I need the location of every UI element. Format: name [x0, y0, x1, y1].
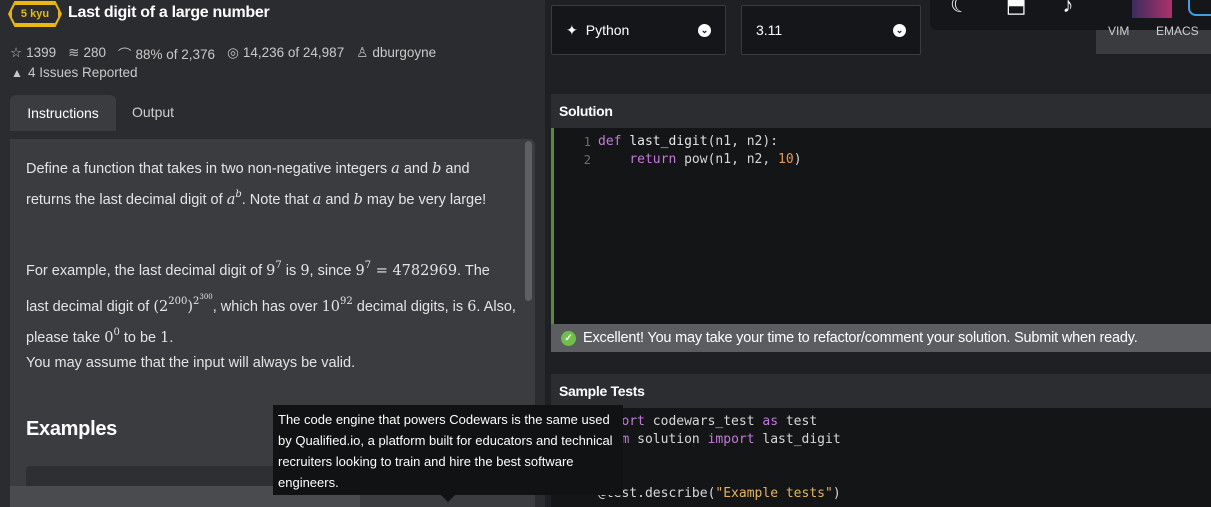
chevron-down-icon: ⌄: [893, 23, 906, 37]
emacs-mode[interactable]: EMACS: [1156, 24, 1199, 38]
tab-instructions[interactable]: Instructions: [10, 95, 116, 131]
rank-badge: 5 kyu: [10, 3, 60, 25]
success-message: Excellent! You may take your time to ref…: [583, 330, 1138, 346]
honor-badge: [1188, 0, 1211, 16]
user-icon: ♙: [356, 45, 369, 60]
language-value: Python: [585, 22, 630, 38]
bookmark-icon[interactable]: ⬒: [1006, 0, 1027, 18]
version-value: 3.11: [756, 22, 783, 38]
collection-icon: ≋: [68, 45, 80, 60]
bell-icon[interactable]: ♪: [1063, 0, 1074, 18]
success-banner: ✓ Excellent! You may take your time to r…: [551, 324, 1211, 352]
instructions-paragraph-2: For example, the last decimal digit of 9…: [26, 260, 516, 346]
check-circle-icon: ✓: [561, 330, 576, 346]
kata-stats: ☆ 1399 ≋ 280 ⌒ 88% of 2,376 ◎ 14,236 of 24,9…: [10, 43, 436, 63]
moon-icon[interactable]: ☾: [950, 0, 970, 18]
instructions-paragraph-3: You may assume that the input will alway…: [26, 355, 356, 371]
satisfaction-stat: ⌒ 88% of 2,376: [118, 43, 215, 63]
language-select[interactable]: ✦ Python ⌄: [551, 5, 726, 55]
line-number: 1: [583, 135, 591, 149]
vim-mode[interactable]: VIM: [1108, 24, 1129, 38]
author-stat[interactable]: ♙ dburgoyne: [356, 45, 436, 61]
kata-title: Last digit of a large number: [68, 4, 270, 21]
stars-stat[interactable]: ☆ 1399: [10, 45, 56, 61]
avatar[interactable]: [1132, 0, 1172, 18]
collections-stat[interactable]: ≋ 280: [68, 45, 106, 61]
instructions-scrollbar[interactable]: [525, 141, 532, 301]
author-link[interactable]: dburgoyne: [372, 45, 436, 60]
issues-label: 4 Issues Reported: [28, 65, 138, 80]
tooltip-arrow: [440, 494, 456, 502]
collections-count: 280: [83, 45, 106, 60]
eye-icon: ⌒: [118, 47, 132, 62]
satisfaction-value: 88% of 2,376: [135, 47, 216, 62]
instructions-paragraph-1: Define a function that takes in two non-…: [26, 161, 487, 208]
sample-tests-code[interactable]: import codewars_test as test from soluti…: [598, 413, 841, 503]
top-nav-icons: ☾ ⬒ ♪: [950, 0, 1074, 18]
issues-link[interactable]: ▲ 4 Issues Reported: [11, 65, 138, 80]
line-gutter: 1 2: [551, 133, 591, 169]
star-icon: ☆: [10, 45, 23, 60]
solution-code[interactable]: def last_digit(n1, n2): return pow(n1, n…: [598, 133, 802, 169]
stars-count: 1399: [26, 45, 57, 60]
target-icon: ◎: [227, 45, 239, 60]
examples-heading: Examples: [26, 418, 117, 440]
line-number: 2: [583, 153, 591, 167]
warning-icon: ▲: [11, 66, 23, 80]
editor-mode-bar: VIM EMACS: [1096, 24, 1211, 54]
tab-output[interactable]: Output: [132, 104, 174, 120]
chevron-down-icon: ⌄: [698, 23, 711, 37]
version-select[interactable]: 3.11 ⌄: [741, 5, 921, 55]
python-icon: ✦: [566, 21, 578, 38]
completions-stat: ◎ 14,236 of 24,987: [227, 45, 344, 61]
engine-tooltip: The code engine that powers Codewars is …: [273, 405, 623, 495]
solution-heading: Solution: [551, 94, 1211, 128]
completions-value: 14,236 of 24,987: [242, 45, 345, 60]
sample-tests-heading: Sample Tests: [551, 374, 1211, 408]
